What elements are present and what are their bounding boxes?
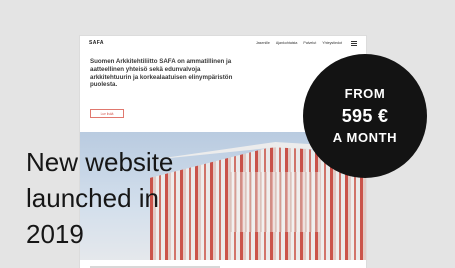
preview-cta-button: Lue lisää: [90, 109, 124, 118]
badge-period: A MONTH: [332, 130, 398, 145]
preview-nav-link: Jasenille: [255, 41, 270, 45]
hamburger-icon: [351, 40, 357, 46]
promo-headline: New website launched in 2019: [26, 144, 256, 252]
preview-headline: Suomen Arkkitehtiliitto SAFA on ammatill…: [90, 58, 233, 89]
badge-price: 595 €: [341, 106, 389, 126]
preview-navbar: SAFA Jasenille Ajankohtaista Palvelut Yh…: [80, 36, 366, 50]
preview-nav-link: Yhteystiedot: [322, 41, 342, 45]
promo-line: 2019: [26, 219, 84, 249]
preview-nav-link: Palvelut: [303, 41, 317, 45]
price-badge: FROM 595 € A MONTH: [303, 54, 427, 178]
promo-line: launched in: [26, 183, 159, 213]
badge-from: FROM: [344, 86, 386, 101]
preview-logo: SAFA: [89, 40, 104, 46]
preview-nav-link: Ajankohtaista: [275, 41, 298, 45]
preview-nav-links: Jasenille Ajankohtaista Palvelut Yhteyst…: [255, 40, 357, 46]
promo-line: New website: [26, 147, 174, 177]
promo-card: SAFA Jasenille Ajankohtaista Palvelut Yh…: [0, 0, 455, 268]
